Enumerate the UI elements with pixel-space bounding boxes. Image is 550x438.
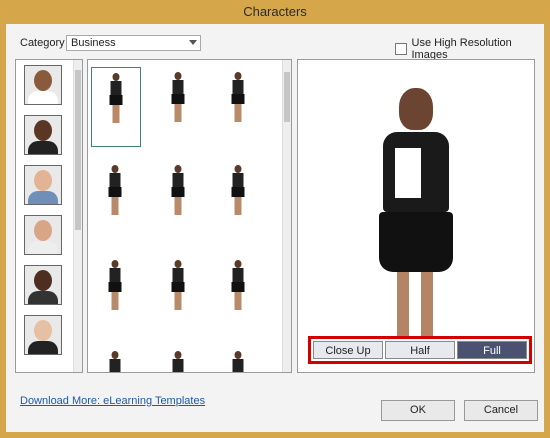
thumbnail-scrollbar[interactable]: [73, 60, 82, 372]
full-button[interactable]: Full: [457, 341, 527, 359]
download-more-link[interactable]: Download More: eLearning Templates: [20, 395, 205, 407]
pose-scrollbar[interactable]: [282, 60, 291, 372]
character-preview: [297, 59, 535, 373]
ok-button[interactable]: OK: [381, 400, 455, 421]
character-preview-figure: [351, 88, 481, 358]
dialog-body: Category : Business Use High Resolution …: [6, 24, 544, 432]
hires-label: Use High Resolution Images: [411, 37, 512, 61]
view-mode-group: Close Up Half Full: [308, 336, 532, 364]
pose-thumbnail[interactable]: [91, 346, 139, 372]
pose-thumbnail[interactable]: [214, 67, 262, 145]
pose-thumbnail[interactable]: [214, 255, 262, 333]
character-thumbnail[interactable]: [24, 315, 62, 355]
character-thumbnail-list[interactable]: [15, 59, 83, 373]
character-thumbnail[interactable]: [24, 115, 62, 155]
pose-thumbnail[interactable]: [154, 67, 202, 145]
pose-thumbnail[interactable]: [91, 255, 139, 333]
category-value: Business: [71, 37, 116, 49]
chevron-down-icon: [189, 40, 197, 45]
pose-thumbnail[interactable]: [214, 346, 262, 372]
pose-thumbnail[interactable]: [154, 255, 202, 333]
pose-grid[interactable]: [87, 59, 292, 373]
hires-option[interactable]: Use High Resolution Images: [395, 37, 544, 61]
close-up-button[interactable]: Close Up: [313, 341, 383, 359]
category-dropdown[interactable]: Business: [66, 35, 201, 51]
pose-thumbnail[interactable]: [91, 160, 139, 238]
hires-checkbox[interactable]: [395, 43, 407, 55]
category-label: Category :: [20, 37, 71, 49]
pose-thumbnail[interactable]: [154, 346, 202, 372]
character-thumbnail[interactable]: [24, 165, 62, 205]
pose-thumbnail[interactable]: [214, 160, 262, 238]
pose-thumbnail[interactable]: [91, 67, 141, 147]
character-thumbnail[interactable]: [24, 265, 62, 305]
window-title: Characters: [243, 4, 307, 19]
cancel-button[interactable]: Cancel: [464, 400, 538, 421]
character-thumbnail[interactable]: [24, 215, 62, 255]
pose-thumbnail[interactable]: [154, 160, 202, 238]
scrollbar-thumb[interactable]: [75, 70, 81, 230]
scrollbar-thumb[interactable]: [284, 72, 290, 122]
characters-dialog: Characters Category : Business Use High …: [0, 0, 550, 438]
character-thumbnail[interactable]: [24, 65, 62, 105]
half-button[interactable]: Half: [385, 341, 455, 359]
